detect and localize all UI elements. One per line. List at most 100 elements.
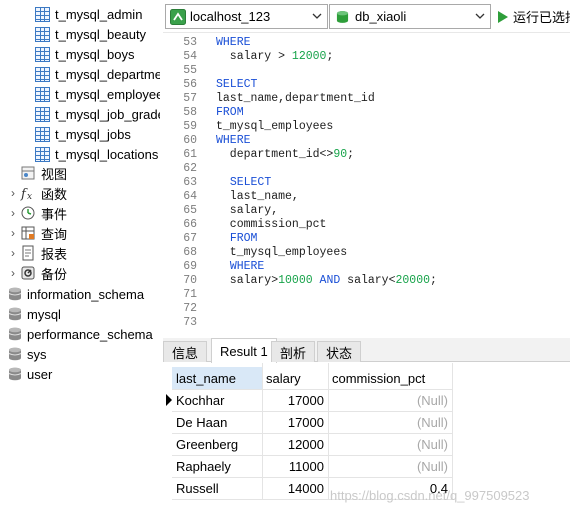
line-number: 55 (183, 64, 197, 77)
tab-profile[interactable]: 剖析 (271, 341, 316, 362)
cell-salary[interactable]: 12000 (262, 433, 328, 455)
chevron-right-icon[interactable]: › (8, 246, 18, 260)
cell-commission-pct[interactable]: (Null) (328, 389, 452, 411)
code-line: 61 department_id<>90; (163, 148, 570, 162)
sql-editor[interactable]: 53 WHERE 54 salary > 12000; 55 56 SELECT 57 las… (163, 32, 570, 334)
code-line: 58 FROM (163, 106, 570, 120)
tree-table-item[interactable]: t_mysql_locations (35, 144, 158, 164)
code-line: 71 (163, 288, 570, 302)
tree-group-events[interactable]: › 事件 (8, 203, 67, 223)
code-line: 73 (163, 316, 570, 330)
tree-database-item[interactable]: sys (2, 344, 47, 364)
line-number: 60 (183, 134, 197, 147)
code-line: 63 SELECT (163, 176, 570, 190)
line-number: 58 (183, 106, 197, 119)
tree-database-item[interactable]: information_schema (2, 284, 144, 304)
chevron-right-icon[interactable]: › (8, 226, 18, 240)
chevron-right-icon[interactable]: › (8, 206, 18, 220)
tree-group-queries[interactable]: › 查询 (8, 223, 67, 243)
code-text: t_mysql_employees (216, 120, 333, 134)
column-header-commission-pct[interactable]: commission_pct (328, 367, 452, 389)
tree-table-item[interactable]: t_mysql_beauty (35, 24, 146, 44)
line-number: 70 (183, 274, 197, 287)
tree-table-item[interactable]: t_mysql_employee (35, 84, 160, 104)
watermark-text: https://blog.csdn.net/q_997509523 (330, 488, 530, 503)
tree-database-item[interactable]: performance_schema (2, 324, 153, 344)
connection-select[interactable]: localhost_123 (165, 4, 328, 29)
tree-database-item[interactable]: user (2, 364, 52, 384)
result-tabs: 信息 Result 1 剖析 状态 (163, 338, 570, 363)
cell-value: (Null) (416, 436, 448, 452)
tab-info[interactable]: 信息 (163, 341, 208, 362)
sql-text: t_mysql_employees (216, 120, 334, 133)
tree-database-label: sys (27, 346, 47, 362)
database-icon (8, 367, 22, 381)
column-header-last-name[interactable]: last_name (172, 367, 262, 389)
tree-table-item[interactable]: t_mysql_admin (35, 4, 142, 24)
code-text: t_mysql_employees (216, 246, 347, 260)
backup-icon (20, 265, 36, 281)
tree-group-reports[interactable]: › 报表 (8, 243, 67, 263)
tree-group-views[interactable]: 视图 (8, 163, 67, 183)
line-number: 66 (183, 218, 197, 231)
cell-last-name[interactable]: Russell (172, 477, 262, 499)
connection-icon (170, 8, 186, 25)
cell-commission-pct[interactable]: (Null) (328, 455, 452, 477)
database-icon (8, 327, 22, 341)
tree-database-label: information_schema (27, 286, 145, 302)
tree-table-label: t_mysql_beauty (55, 26, 147, 42)
code-line: 66 commission_pct (163, 218, 570, 232)
tree-group-label: 备份 (41, 266, 68, 282)
tab-result-1[interactable]: Result 1 (211, 338, 277, 363)
code-line: 64 last_name, (163, 190, 570, 204)
tree-table-item[interactable]: t_mysql_jobs (35, 124, 131, 144)
line-number: 67 (183, 232, 197, 245)
chevron-right-icon[interactable]: › (8, 186, 18, 200)
tree-group-functions[interactable]: › fx 函数 (8, 183, 67, 203)
code-line: 54 salary > 12000; (163, 50, 570, 64)
cell-last-name[interactable]: Kochhar (172, 389, 262, 411)
column-divider (452, 363, 453, 499)
code-line: 72 (163, 302, 570, 316)
cell-commission-pct[interactable]: (Null) (328, 433, 452, 455)
cell-salary[interactable]: 17000 (262, 411, 328, 433)
cell-salary[interactable]: 17000 (262, 389, 328, 411)
report-icon (20, 245, 36, 261)
play-icon (498, 10, 508, 23)
cell-last-name[interactable]: Greenberg (172, 433, 262, 455)
tree-table-item[interactable]: t_mysql_boys (35, 44, 134, 64)
run-selected-label: 运行已选择 (513, 10, 570, 25)
tree-table-label: t_mysql_admin (55, 6, 143, 22)
sql-text: salary, (216, 204, 279, 217)
tab-status[interactable]: 状态 (317, 341, 362, 362)
database-select[interactable]: db_xiaoli (329, 4, 491, 29)
tree-table-item[interactable]: t_mysql_job_grade (35, 104, 160, 124)
tree-table-label: t_mysql_boys (55, 46, 135, 62)
cell-salary[interactable]: 14000 (262, 477, 328, 499)
tree-group-backups[interactable]: › 备份 (8, 263, 67, 283)
cell-commission-pct[interactable]: (Null) (328, 411, 452, 433)
cell-last-name[interactable]: De Haan (172, 411, 262, 433)
line-number: 62 (183, 162, 197, 175)
cell-value: Raphaely (176, 458, 231, 474)
table-icon (35, 146, 50, 162)
sql-text: last_name,department_id (216, 92, 375, 105)
cell-last-name[interactable]: Raphaely (172, 455, 262, 477)
tree-table-item[interactable]: t_mysql_departme (35, 64, 160, 84)
sql-number: 20000 (395, 274, 430, 287)
column-header-label: salary (266, 370, 301, 386)
run-selected-button[interactable]: 运行已选择 (497, 4, 570, 29)
code-line: 70 salary>10000 AND salary<20000; (163, 274, 570, 288)
cell-salary[interactable]: 11000 (262, 455, 328, 477)
tree-database-label: mysql (27, 306, 61, 322)
line-number: 64 (183, 190, 197, 203)
code-text: WHERE (216, 36, 251, 50)
sql-number: 10000 (278, 274, 313, 287)
line-number: 54 (183, 50, 197, 63)
column-header-salary[interactable]: salary (262, 367, 328, 389)
tree-database-item[interactable]: mysql (2, 304, 61, 324)
cell-value: (Null) (416, 458, 448, 474)
chevron-right-icon[interactable]: › (8, 266, 18, 280)
